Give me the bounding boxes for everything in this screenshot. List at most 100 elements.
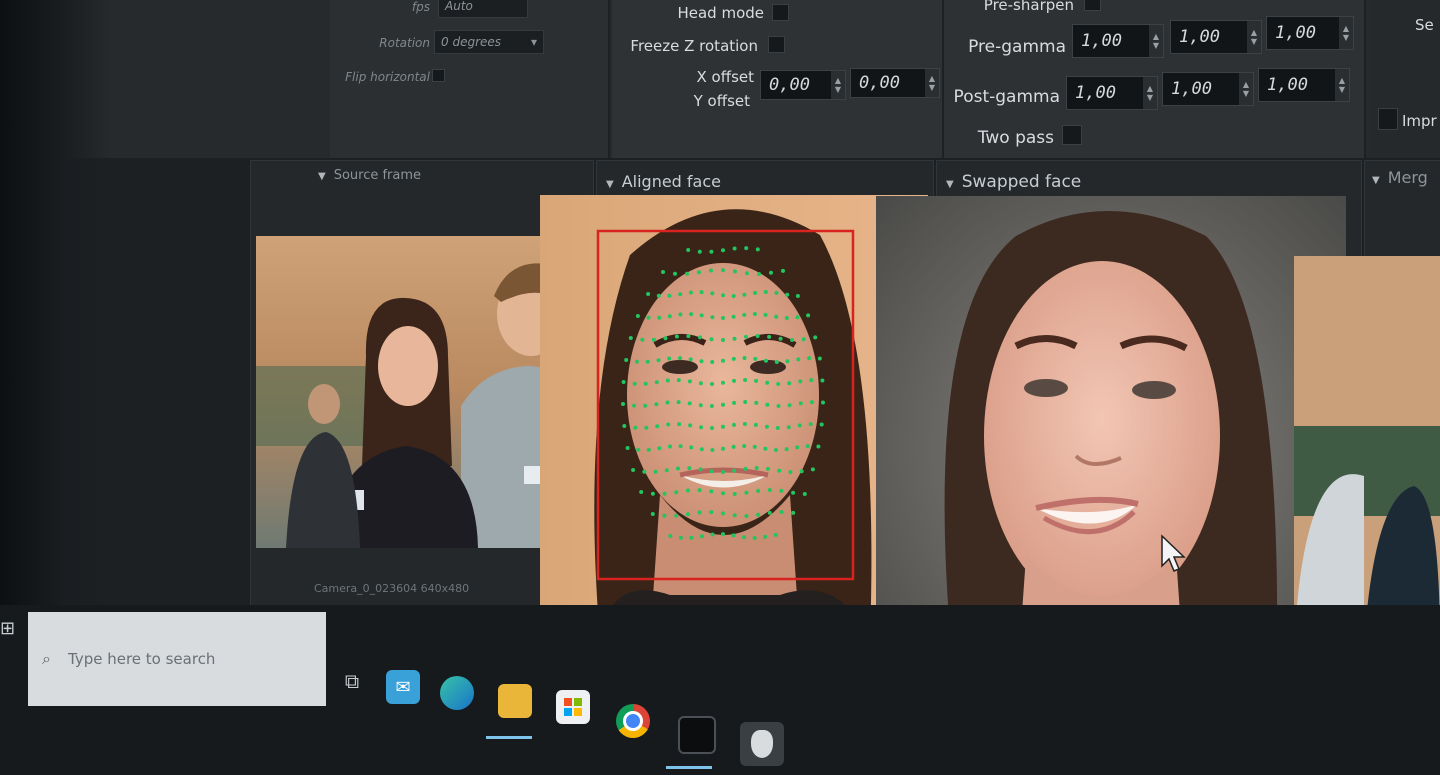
landmark-dot (744, 246, 749, 251)
landmark-dot (689, 312, 694, 317)
monitor-bezel (0, 0, 110, 640)
file-explorer-icon[interactable] (498, 684, 532, 718)
post-gamma-b-input[interactable]: 1,00 ▲ ▼ (1258, 68, 1350, 102)
aligned-face-title[interactable]: ▼ Aligned face (606, 172, 721, 191)
search-placeholder: Type here to search (68, 650, 216, 668)
x-offset-input[interactable]: 0,00 ▲ ▼ (760, 70, 846, 100)
landmark-dot (785, 292, 790, 297)
store-icon[interactable] (556, 690, 590, 724)
landmark-dot (710, 532, 715, 537)
far-right-checkbox[interactable] (1378, 108, 1398, 130)
landmark-dot (821, 400, 825, 405)
landmark-dot (808, 422, 813, 427)
landmark-dot (697, 270, 701, 275)
landmark-dot (809, 400, 814, 405)
landmark-dot (733, 269, 737, 274)
landmark-dot (799, 469, 804, 474)
two-pass-checkbox[interactable] (1062, 125, 1082, 145)
swapped-face-title[interactable]: ▼ Swapped face (946, 172, 1081, 192)
head-mode-checkbox[interactable] (772, 4, 789, 21)
y-offset-value: 0,00 (859, 73, 900, 93)
taskbar-search-box[interactable]: ⌕ Type here to search (28, 612, 326, 706)
merged-frame-title[interactable]: ▼ Merg (1372, 168, 1428, 187)
spin-arrows-icon[interactable]: ▲ ▼ (1239, 73, 1253, 105)
landmark-dot (767, 510, 772, 515)
landmark-dot (816, 444, 821, 449)
far-right-group: Se Impr (1370, 0, 1440, 158)
landmark-dot (767, 334, 772, 339)
spin-arrows-icon[interactable]: ▲ ▼ (1335, 69, 1349, 101)
y-offset-label: Y offset (693, 92, 750, 110)
controls-panel: fps Auto Rotation 0 degrees ▾ Flip horiz… (0, 0, 1440, 160)
landmark-dot (698, 335, 702, 340)
landmark-dot (699, 290, 704, 295)
app-mask-icon[interactable] (740, 722, 784, 766)
edge-icon[interactable] (440, 676, 474, 710)
landmark-dot (676, 466, 680, 471)
landmark-dot (632, 403, 637, 408)
landmark-dot (753, 356, 758, 361)
freeze-z-checkbox[interactable] (768, 36, 785, 53)
task-view-icon[interactable]: ⧉ (335, 664, 369, 698)
pre-gamma-b-input[interactable]: 1,00 ▲ ▼ (1266, 16, 1354, 50)
landmark-dot (754, 466, 759, 470)
pre-gamma-g-input[interactable]: 1,00 ▲ ▼ (1170, 20, 1262, 54)
landmark-dot (742, 312, 747, 317)
spin-arrows-icon[interactable]: ▲ ▼ (1143, 77, 1157, 109)
windows-start-icon[interactable]: ⊞ (0, 618, 24, 648)
landmark-dot (632, 381, 637, 386)
spin-arrows-icon[interactable]: ▲ ▼ (831, 71, 845, 99)
aligned-face-picture (540, 195, 928, 640)
landmark-dot (699, 534, 704, 539)
swapped-face-title-text: Swapped face (961, 172, 1082, 192)
landmark-dot (686, 334, 691, 339)
active-app-indicator (666, 766, 712, 769)
landmark-dot (791, 490, 796, 495)
landmark-dot (753, 290, 758, 295)
chrome-icon[interactable] (616, 704, 650, 738)
landmark-dot (633, 425, 638, 430)
landmark-dot (752, 312, 757, 316)
terminal-icon[interactable] (678, 716, 716, 754)
post-gamma-label: Post-gamma (953, 87, 1060, 107)
landmark-dot (807, 356, 812, 361)
flip-horizontal-checkbox[interactable] (432, 69, 445, 82)
landmark-dot (687, 379, 692, 384)
landmark-dot (742, 292, 747, 297)
landmark-dot (699, 425, 704, 430)
landmark-dot (698, 381, 703, 386)
y-offset-input[interactable]: 0,00 ▲ ▼ (850, 68, 940, 98)
mouse-cursor-icon (1161, 534, 1186, 572)
landmark-dot (742, 422, 747, 426)
landmark-dot (625, 446, 630, 450)
face-align-group: Head mode Freeze Z rotation X offset Y o… (612, 0, 944, 158)
landmark-dot (775, 426, 780, 430)
spin-arrows-icon[interactable]: ▲ ▼ (1339, 17, 1353, 49)
post-gamma-g-input[interactable]: 1,00 ▲ ▼ (1162, 72, 1254, 106)
pre-gamma-r-input[interactable]: 1,00 ▲ ▼ (1072, 24, 1164, 58)
landmark-dot (744, 334, 748, 339)
landmark-dot (791, 510, 796, 515)
pre-sharpen-checkbox[interactable] (1084, 0, 1101, 11)
landmark-dot (621, 402, 625, 406)
landmark-dot (732, 400, 737, 405)
landmark-dot (634, 359, 639, 364)
landmark-dot (668, 534, 673, 538)
landmark-dot (819, 422, 824, 427)
landmark-dot (674, 513, 679, 518)
landmark-dot (785, 359, 790, 364)
landmark-dot (685, 271, 689, 276)
landmark-dot (687, 401, 692, 406)
spin-arrows-icon[interactable]: ▲ ▼ (1149, 25, 1163, 57)
fps-dropdown[interactable]: Auto (438, 0, 528, 18)
landmark-dot (654, 402, 659, 407)
landmark-dot (787, 381, 792, 386)
mail-icon[interactable]: ✉ (386, 670, 420, 704)
rotation-label: Rotation (379, 36, 430, 50)
rotation-dropdown[interactable]: 0 degrees ▾ (434, 30, 544, 54)
source-frame-title[interactable]: ▼ Source frame (318, 168, 421, 183)
spin-arrows-icon[interactable]: ▲ ▼ (1247, 21, 1261, 53)
landmark-dot (773, 532, 778, 537)
post-gamma-r-input[interactable]: 1,00 ▲ ▼ (1066, 76, 1158, 110)
spin-arrows-icon[interactable]: ▲ ▼ (925, 69, 939, 97)
